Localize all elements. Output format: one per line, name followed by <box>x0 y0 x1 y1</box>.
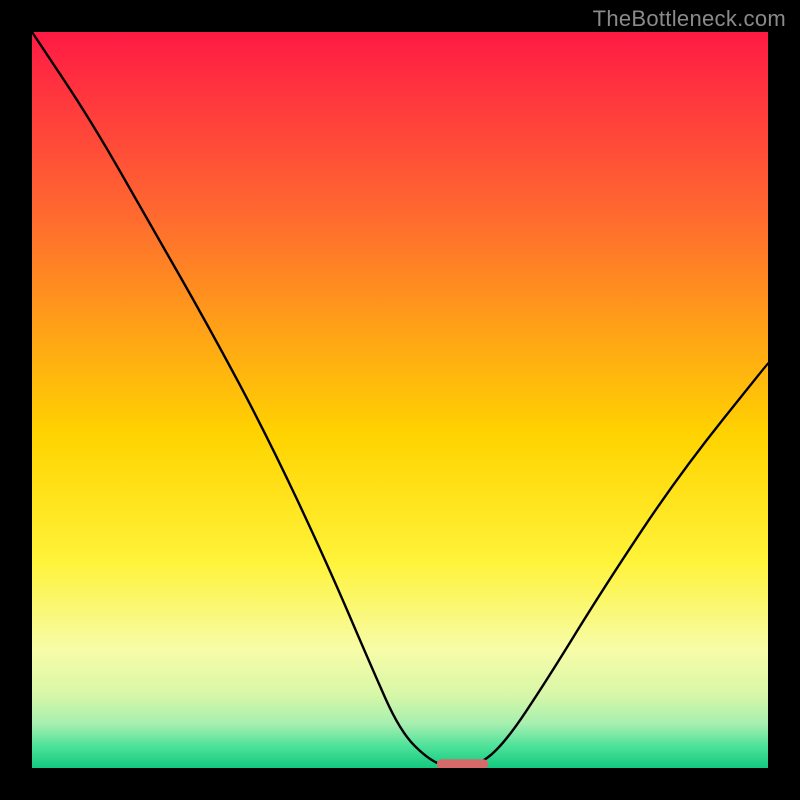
plot-area <box>32 32 768 768</box>
optimal-range-marker <box>437 759 489 768</box>
chart-frame: TheBottleneck.com <box>0 0 800 800</box>
chart-svg <box>32 32 768 768</box>
watermark-text: TheBottleneck.com <box>593 6 786 32</box>
gradient-background <box>32 32 768 768</box>
